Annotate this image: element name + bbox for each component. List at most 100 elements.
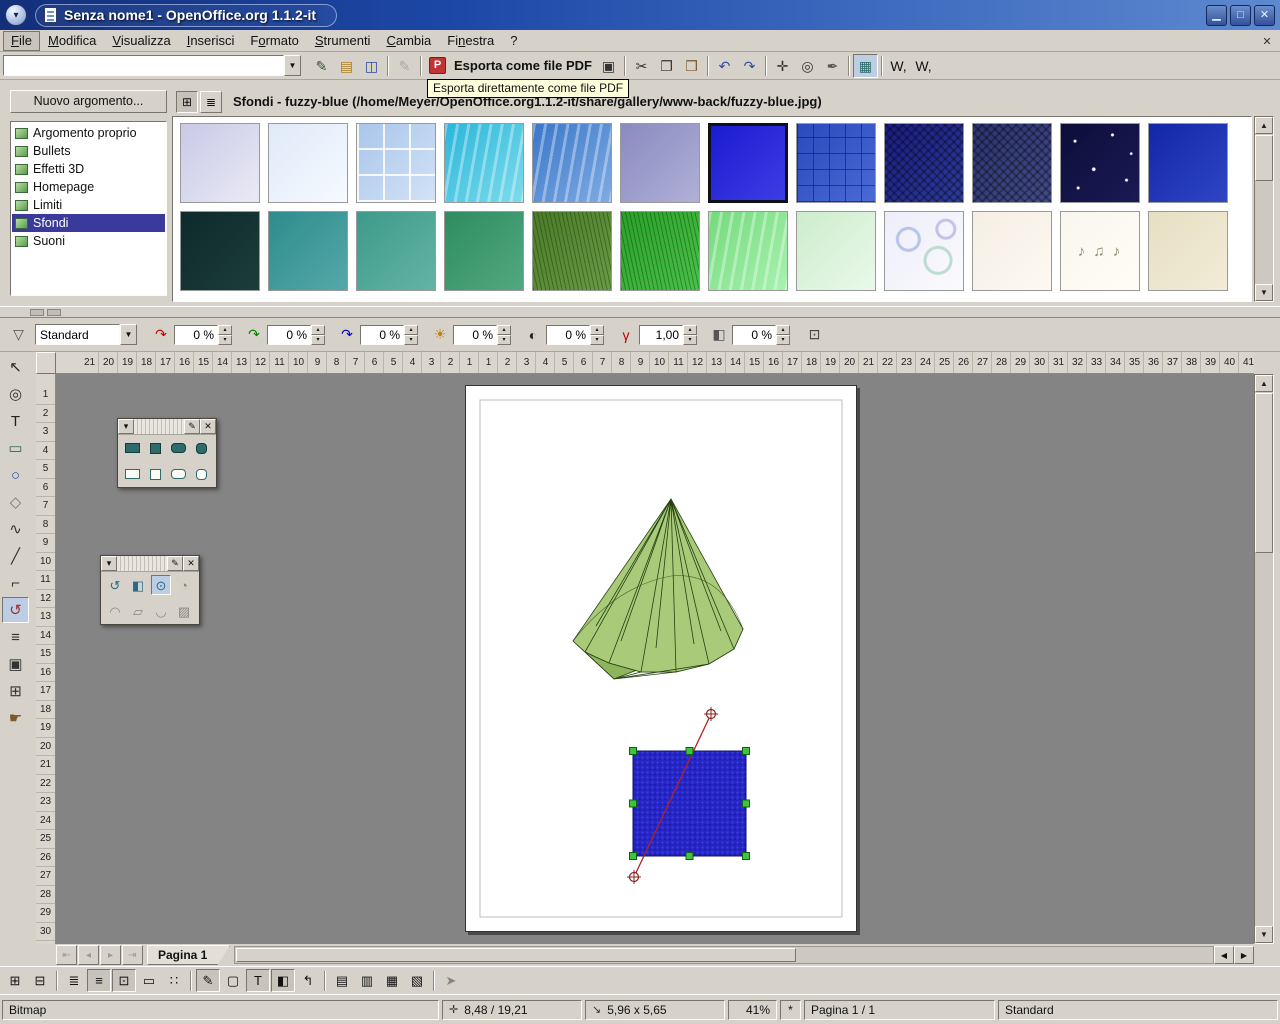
url-dropdown-icon[interactable]: ▼ xyxy=(284,55,301,76)
transparency-icon[interactable]: ◧ xyxy=(709,326,729,343)
menu-inserisci[interactable]: Inserisci xyxy=(179,31,243,51)
blue-spin-up-icon[interactable]: ▴ xyxy=(404,325,418,335)
gallery-thumb-row2-8[interactable] xyxy=(796,211,876,291)
zoom-icon[interactable]: ◎ xyxy=(795,54,820,78)
gallery-thumb-row1-10[interactable] xyxy=(972,123,1052,203)
green-spin-down-icon[interactable]: ▾ xyxy=(311,335,325,345)
contrast-input[interactable] xyxy=(546,325,590,345)
gallery-thumb-row1-9[interactable] xyxy=(884,123,964,203)
draw-functions-icon[interactable]: ✒ xyxy=(820,54,845,78)
open-icon[interactable]: ▤ xyxy=(334,54,359,78)
show-helplines-icon[interactable]: ≣ xyxy=(62,969,86,992)
gallery-thumb-row2-12[interactable] xyxy=(1148,211,1228,291)
picture-placeholder-icon[interactable]: ▤ xyxy=(330,969,354,992)
gallery-thumb-row2-9[interactable] xyxy=(884,211,964,291)
close-button[interactable]: ✕ xyxy=(1254,5,1275,26)
rectangle-filled-icon[interactable] xyxy=(122,438,142,458)
gamma-spin-up-icon[interactable]: ▴ xyxy=(683,325,697,335)
rectangle-tool[interactable]: ▭ xyxy=(2,435,29,461)
rounded-rectangle-filled-icon[interactable] xyxy=(168,438,188,458)
theme-item-argomento-proprio[interactable]: Argomento proprio xyxy=(12,124,165,142)
menu-help[interactable]: ? xyxy=(502,31,525,51)
lines-arrows-tool[interactable]: ╱ xyxy=(2,543,29,569)
gallery-thumb-row1-11[interactable] xyxy=(1060,123,1140,203)
gallery-splitter[interactable] xyxy=(0,306,1280,318)
rectangles-toolbar-close-icon[interactable]: ✕ xyxy=(200,419,216,434)
zoom-tool[interactable]: ◎ xyxy=(2,381,29,407)
export-pdf-label[interactable]: Esporta come file PDF xyxy=(454,58,592,73)
modify-with-attributes-icon[interactable]: ◧ xyxy=(271,969,295,992)
ellipse-tool[interactable]: ○ xyxy=(2,462,29,488)
graphics-mode-input[interactable] xyxy=(35,324,120,345)
horizontal-scroll-thumb[interactable] xyxy=(236,948,796,962)
effects-toolbar-titlebar[interactable]: ▾✎✕ xyxy=(101,556,199,572)
snap-to-margins-icon[interactable]: ⊡ xyxy=(112,969,136,992)
gallery-thumb-fuzzy-blue[interactable] xyxy=(708,123,788,203)
gallery-thumb-row1-3[interactable] xyxy=(356,123,436,203)
effects-tool[interactable]: ↺ xyxy=(2,597,29,623)
rectangles-toolbar-edit-icon[interactable]: ✎ xyxy=(184,419,200,434)
undo-icon[interactable]: ↶ xyxy=(712,54,737,78)
navigator-icon[interactable]: ✛ xyxy=(770,54,795,78)
theme-item-bullets[interactable]: Bullets xyxy=(12,142,165,160)
green-icon[interactable]: ↷ xyxy=(244,326,264,343)
url-input[interactable] xyxy=(3,55,284,76)
menu-visualizza[interactable]: Visualizza xyxy=(104,31,178,51)
save-icon[interactable]: ◫ xyxy=(359,54,384,78)
brightness-spin-down-icon[interactable]: ▾ xyxy=(497,335,511,345)
green-input[interactable] xyxy=(267,325,311,345)
gallery-thumb-row2-2[interactable] xyxy=(268,211,348,291)
gallery-thumb-row2-5[interactable] xyxy=(532,211,612,291)
3d-lathe-object[interactable] xyxy=(573,499,743,679)
scroll-up-icon[interactable]: ▲ xyxy=(1255,375,1273,392)
gallery-scroll-up-icon[interactable]: ▲ xyxy=(1255,117,1273,134)
select-tool[interactable]: ↖ xyxy=(2,354,29,380)
objects-3d-tool[interactable]: ◇ xyxy=(2,489,29,515)
rounded-square-filled-icon[interactable] xyxy=(191,438,211,458)
brightness-input[interactable] xyxy=(453,325,497,345)
gallery-thumb-row1-6[interactable] xyxy=(620,123,700,203)
contrast-spin-down-icon[interactable]: ▾ xyxy=(590,335,604,345)
graphic-filter-icon[interactable]: ▽ xyxy=(6,323,31,347)
text-placeholder-icon[interactable]: ▦ xyxy=(380,969,404,992)
snap-to-frame-icon[interactable]: ▭ xyxy=(137,969,161,992)
status-position[interactable]: ✛ 8,48 / 19,21 xyxy=(442,1000,582,1020)
red-spin-down-icon[interactable]: ▾ xyxy=(218,335,232,345)
gamma-input[interactable] xyxy=(639,325,683,345)
w-button-1[interactable]: W, xyxy=(886,54,911,78)
theme-item-suoni[interactable]: Suoni xyxy=(12,232,165,250)
gallery-thumb-row2-7[interactable] xyxy=(708,211,788,291)
red-input[interactable] xyxy=(174,325,218,345)
arrange-tool[interactable]: ▣ xyxy=(2,651,29,677)
select-text-area-icon[interactable]: ▢ xyxy=(221,969,245,992)
snap-to-points-icon[interactable]: ∷ xyxy=(162,969,186,992)
blue-input[interactable] xyxy=(360,325,404,345)
menu-formato[interactable]: Formato xyxy=(242,31,306,51)
scroll-down-icon[interactable]: ▼ xyxy=(1255,926,1273,943)
effects-toolbar-close-icon[interactable]: ✕ xyxy=(183,556,199,571)
insert-tool[interactable]: ⊞ xyxy=(2,678,29,704)
graphics-mode-dropdown-icon[interactable]: ▼ xyxy=(120,324,137,345)
gallery-scrollbar[interactable]: ▲ ▼ xyxy=(1254,116,1274,302)
connector-tool[interactable]: ⌐ xyxy=(2,570,29,596)
scroll-left-icon[interactable]: ◀ xyxy=(1214,946,1234,964)
gallery-thumb-row2-10[interactable] xyxy=(972,211,1052,291)
gallery-thumb-row1-8[interactable] xyxy=(796,123,876,203)
contour-mode-icon[interactable]: ▥ xyxy=(355,969,379,992)
menu-finestra[interactable]: Finestra xyxy=(439,31,502,51)
effects-toolbar-dropdown-icon[interactable]: ▾ xyxy=(101,556,117,571)
crop-icon[interactable]: ⊡ xyxy=(802,323,827,347)
theme-item-effetti-3d[interactable]: Effetti 3D xyxy=(12,160,165,178)
gallery-thumb-row1-12[interactable] xyxy=(1148,123,1228,203)
snap-to-grid-icon[interactable]: ⊟ xyxy=(28,969,52,992)
text-tool[interactable]: T xyxy=(2,408,29,434)
transparency-spin-up-icon[interactable]: ▴ xyxy=(776,325,790,335)
system-menu-icon[interactable]: ▾ xyxy=(5,4,27,26)
gallery-thumb-row1-1[interactable] xyxy=(180,123,260,203)
square-filled-icon[interactable] xyxy=(145,438,165,458)
status-size[interactable]: ↘ 5,96 x 5,65 xyxy=(585,1000,725,1020)
gamma-spin-down-icon[interactable]: ▾ xyxy=(683,335,697,345)
minimize-button[interactable]: ▁ xyxy=(1206,5,1227,26)
new-theme-button[interactable]: Nuovo argomento... xyxy=(10,90,167,113)
maximize-button[interactable]: □ xyxy=(1230,5,1251,26)
